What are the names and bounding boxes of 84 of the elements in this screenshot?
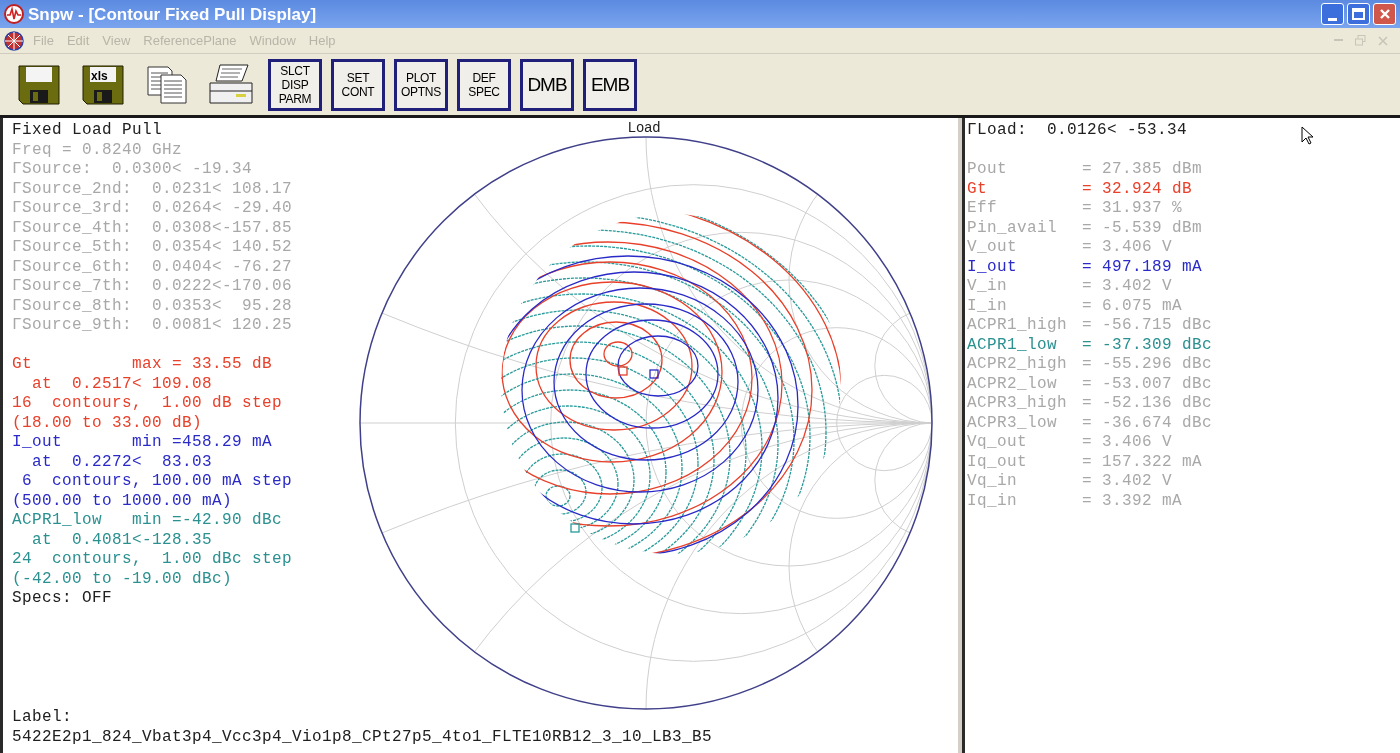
reading-value: = 497.189 mA [1082, 257, 1203, 277]
reading-value: = 3.392 mA [1082, 491, 1182, 511]
printer-icon [208, 62, 254, 107]
toolbar-button[interactable]: EMB [583, 58, 637, 111]
contour-info-line: ACPR1_low min =-42.90 dBc [12, 511, 283, 531]
reading-name: ACPR1_low [967, 335, 1058, 355]
close-icon [1378, 8, 1391, 20]
reading-value: = 31.937 % [1082, 199, 1182, 219]
contour-info-line: Specs: OFF [12, 589, 112, 609]
minimize-button[interactable] [1321, 3, 1344, 25]
contour-info-line: 24 contours, 1.00 dBc step [12, 550, 293, 570]
reading-name: Iq_in [967, 491, 1018, 511]
source-info-line: ΓSource_9th: 0.0081< 120.25 [12, 316, 293, 336]
source-info-line: ΓSource_5th: 0.0354< 140.52 [12, 238, 293, 258]
reading-name: Eff [967, 199, 998, 219]
reading-name: Pout [967, 160, 1008, 180]
source-info-line: ΓSource_8th: 0.0353< 95.28 [12, 296, 293, 316]
reading-name: ACPR1_high [967, 316, 1068, 336]
toolbar-button[interactable]: PLOT OPTNS [394, 58, 448, 111]
contour-info-line: 6 contours, 100.00 mA step [21, 472, 293, 492]
reading-value: = 32.924 dB [1082, 179, 1193, 199]
reading-name: I_out [967, 257, 1018, 277]
source-info-line: ΓSource: 0.0300< -19.34 [12, 160, 253, 180]
source-info-line: ΓSource_2nd: 0.0231< 108.17 [12, 179, 293, 199]
contour-info-line: 16 contours, 1.00 dB step [12, 394, 283, 414]
reading-value: = -53.007 dBc [1082, 374, 1213, 394]
maximize-button[interactable] [1347, 3, 1370, 25]
reading-value: = -55.296 dBc [1082, 355, 1213, 375]
reading-name: Vq_in [967, 472, 1018, 492]
reading-value: = -5.539 dBm [1082, 218, 1203, 238]
document-logo-icon [4, 30, 24, 51]
load-reflection-heading: ΓLoad: 0.0126< -53.34 [967, 121, 1188, 141]
contour-info-line: (500.00 to 1000.00 mA) [12, 491, 233, 511]
reading-name: I_in [967, 296, 1008, 316]
reading-value: = 6.075 mA [1082, 296, 1182, 316]
reading-value: = 157.322 mA [1082, 452, 1203, 472]
contour-info-line: at 0.4081<-128.35 [31, 530, 213, 550]
source-info-line: ΓSource_6th: 0.0404< -76.27 [12, 257, 293, 277]
toolbar-button[interactable]: SET CONT [331, 58, 385, 111]
contour-info-line: I_out min =458.29 mA [12, 433, 273, 453]
source-info-line: Freq = 0.8240 GHz [12, 140, 183, 160]
source-info-line: ΓSource_3rd: 0.0264< -29.40 [12, 199, 293, 219]
toolbar-button[interactable]: DEF SPEC [457, 58, 511, 111]
panel-heading: Fixed Load Pull [12, 121, 163, 141]
reading-value: = -52.136 dBc [1082, 394, 1213, 414]
save-xls-button[interactable]: xls [78, 59, 128, 110]
contour-info-line: (-42.00 to -19.00 dBc) [12, 569, 233, 589]
reading-value: = -37.309 dBc [1082, 335, 1213, 355]
app-logo-icon [4, 4, 24, 24]
toolbar-button[interactable]: DMB [520, 58, 574, 111]
reading-value: = 3.406 V [1082, 238, 1172, 258]
reading-value: = 27.385 dBm [1082, 160, 1203, 180]
contour-info-line: (18.00 to 33.00 dB) [12, 413, 203, 433]
xls-label: xls [91, 69, 108, 82]
reading-name: Gt [967, 179, 988, 199]
label-value: 5422E2p1_824_Vbat3p4_Vcc3p4_Vio1p8_CPt27p5_4to1_FLTE10RB12_3_10_LB3_B5 [12, 727, 714, 747]
reading-name: Vq_out [967, 433, 1028, 453]
reading-name: Pin_avail [967, 218, 1058, 238]
copy-icon [146, 64, 188, 105]
mouse-cursor-icon [1301, 126, 1314, 145]
contour-info-line: at 0.2272< 83.03 [31, 452, 213, 472]
source-info-line: ΓSource_7th: 0.0222<-170.06 [12, 277, 293, 297]
reading-name: ACPR2_high [967, 355, 1068, 375]
reading-name: V_in [967, 277, 1008, 297]
toolbar-button[interactable]: SLCT DISP PARM [268, 58, 322, 111]
contour-info-line: Gt max = 33.55 dB [12, 355, 273, 375]
reading-value: = -56.715 dBc [1082, 316, 1213, 336]
window-title: Snpw - [Contour Fixed Pull Display] [28, 5, 317, 23]
reading-name: ACPR3_low [967, 413, 1058, 433]
reading-name: ACPR2_low [967, 374, 1058, 394]
contour-info-line: at 0.2517< 109.08 [31, 374, 213, 394]
reading-name: V_out [967, 238, 1018, 258]
reading-name: ACPR3_high [967, 394, 1068, 414]
close-button[interactable] [1373, 3, 1396, 25]
plot-title: Load [628, 120, 661, 134]
label-caption: Label: [12, 708, 73, 728]
maximize-icon [1352, 8, 1365, 20]
reading-value: = 3.402 V [1082, 472, 1172, 492]
reading-value: = -36.674 dBc [1082, 413, 1213, 433]
reading-name: Iq_out [967, 452, 1028, 472]
reading-value: = 3.406 V [1082, 433, 1172, 453]
reading-value: = 3.402 V [1082, 277, 1172, 297]
source-info-line: ΓSource_4th: 0.0308<-157.85 [12, 218, 293, 238]
minimize-icon [1328, 18, 1337, 21]
